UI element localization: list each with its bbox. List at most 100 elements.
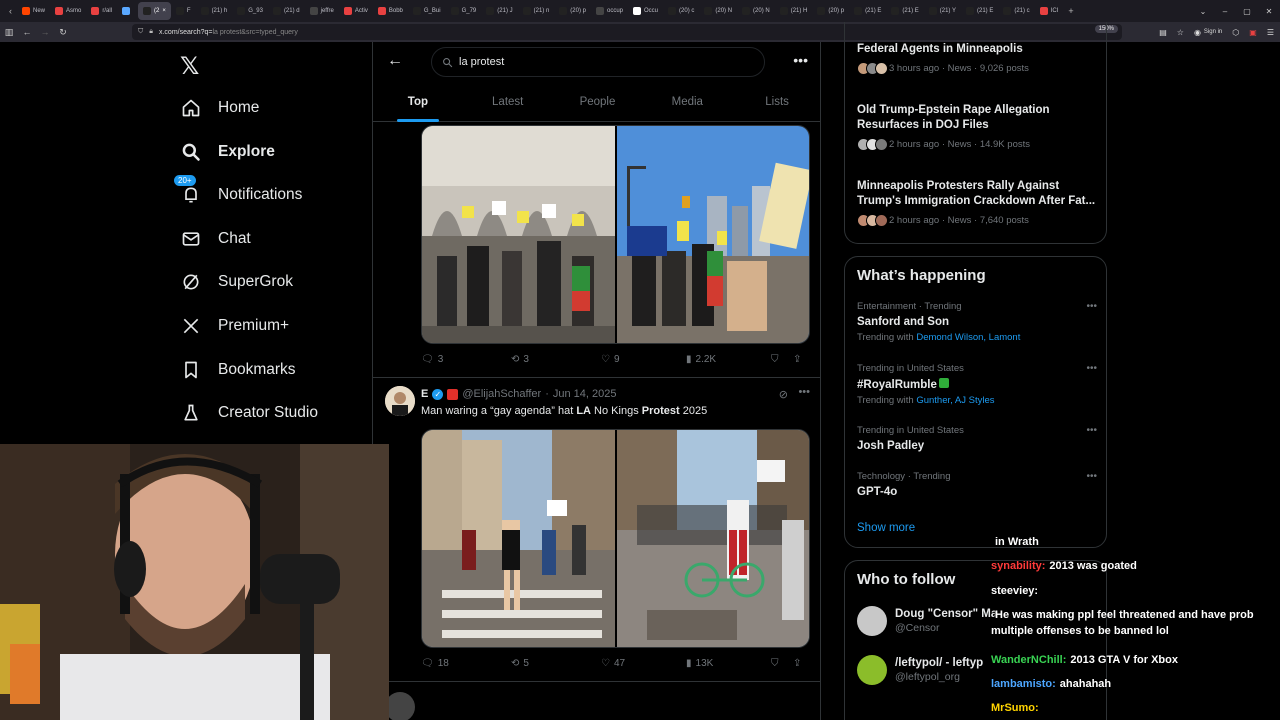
avatar[interactable]	[385, 386, 415, 416]
tab-list-back-icon[interactable]: ‹	[4, 6, 17, 16]
addon-icon[interactable]: ▣	[1249, 28, 1257, 37]
reader-view-icon[interactable]: ▤	[1159, 28, 1167, 37]
browser-tab[interactable]: (20) N	[699, 2, 737, 20]
more-options-icon[interactable]: •••	[793, 52, 808, 68]
tab-lists[interactable]: Lists	[732, 86, 820, 122]
protest-photo-4[interactable]	[617, 430, 809, 647]
bookmark-button[interactable]: ⛉	[771, 658, 793, 669]
trend-more-icon[interactable]: •••	[1086, 425, 1097, 436]
browser-tab[interactable]: G_79	[446, 2, 482, 20]
bookmark-button[interactable]: ⛉	[771, 354, 793, 365]
x-logo-icon[interactable]: 𝕏	[180, 52, 199, 81]
like-button[interactable]: ♡ 9	[601, 354, 686, 365]
reload-button[interactable]: ↻	[54, 27, 72, 38]
tab-media[interactable]: Media	[642, 86, 732, 122]
trend-related-link[interactable]: Gunther, AJ Styles	[916, 395, 994, 406]
browser-tab[interactable]: New	[17, 2, 50, 20]
browser-tab[interactable]: (21) E	[961, 2, 998, 20]
bookmark-star-icon[interactable]: ☆	[1177, 28, 1184, 37]
tweet-media-grid[interactable]	[421, 429, 810, 648]
browser-tab[interactable]: G_93	[232, 2, 268, 20]
nav-item-premium[interactable]: Premium+	[180, 312, 289, 340]
tweet-media-grid[interactable]	[421, 125, 810, 344]
reply-button[interactable]: 🗨︎ 3	[421, 354, 511, 365]
author-name[interactable]: E	[421, 388, 428, 400]
protest-photo-3[interactable]	[422, 430, 615, 647]
browser-tab[interactable]	[117, 2, 138, 20]
browser-tab[interactable]: (20) p	[812, 2, 849, 20]
trend-item[interactable]: Technology · Trending GPT-4o •••	[857, 471, 1097, 498]
views-button[interactable]: ▮ 13K	[686, 658, 771, 669]
account-button[interactable]: ◉ Sign in	[1194, 28, 1222, 37]
follow-suggestion[interactable]: /leftypol/ - leftyp @leftypol_org	[857, 655, 983, 685]
browser-tab[interactable]: (20) N	[737, 2, 775, 20]
browser-tab[interactable]: (20) c	[663, 2, 699, 20]
browser-tab[interactable]: Occu	[628, 2, 663, 20]
trend-more-icon[interactable]: •••	[1086, 363, 1097, 374]
back-button[interactable]: ←	[18, 27, 36, 37]
tweet[interactable]: E ✓ @ElijahSchaffer · Jun 14, 2025 ⊘ •••…	[373, 378, 820, 682]
maximize-button[interactable]: ▢	[1236, 7, 1258, 16]
extensions-icon[interactable]: ⬡	[1232, 28, 1239, 37]
tweet-date[interactable]: Jun 14, 2025	[553, 388, 617, 400]
browser-tab[interactable]: (21) J	[481, 2, 517, 20]
browser-tab[interactable]: (21) H	[775, 2, 813, 20]
tweet[interactable]: 🗨︎ 3 ⟲ 3 ♡ 9 ▮ 2.2K ⛉ ⇪	[373, 122, 820, 378]
browser-tab[interactable]: (21) h	[196, 2, 233, 20]
browser-tab[interactable]: (2 ×	[138, 2, 171, 20]
browser-tab[interactable]: occup	[591, 2, 628, 20]
trend-item[interactable]: Trending in United States #RoyalRumble Tre…	[857, 363, 1097, 406]
reply-button[interactable]: 🗨︎ 18	[421, 658, 511, 669]
browser-tab[interactable]: (21) Y	[924, 2, 961, 20]
close-tab-icon[interactable]: ×	[162, 8, 166, 14]
show-more-link[interactable]: Show more	[857, 522, 915, 534]
share-button[interactable]: ⇪	[793, 354, 801, 365]
chat-username[interactable]: lambamisto:	[991, 678, 1056, 690]
trend-more-icon[interactable]: •••	[1086, 471, 1097, 482]
news-item[interactable]: Federal Agents in Minneapolis 3 hours ag…	[857, 42, 1097, 75]
browser-tab[interactable]: (21) d	[268, 2, 305, 20]
news-item[interactable]: Minneapolis Protesters Rally Against Tru…	[857, 179, 1097, 227]
browser-tab[interactable]: Asmo	[50, 2, 86, 20]
tab-top[interactable]: Top	[373, 86, 463, 122]
nav-item-creator-studio[interactable]: Creator Studio	[180, 399, 318, 427]
menu-icon[interactable]: ☰	[1267, 28, 1274, 37]
nav-item-home[interactable]: Home	[180, 94, 259, 122]
browser-tab[interactable]: r/all	[86, 2, 117, 20]
chat-username[interactable]: MrSumo:	[991, 702, 1039, 714]
tweet[interactable]	[373, 682, 820, 720]
protest-photo-2[interactable]	[617, 126, 809, 343]
browser-tab[interactable]: (21) c	[998, 2, 1034, 20]
chat-username[interactable]: steeviey:	[991, 585, 1038, 597]
share-button[interactable]: ⇪	[793, 658, 801, 669]
chat-username[interactable]: WanderNChill:	[991, 654, 1066, 666]
avatar[interactable]	[385, 692, 415, 720]
views-button[interactable]: ▮ 2.2K	[686, 354, 771, 365]
browser-tab[interactable]: (20) p	[554, 2, 591, 20]
forward-button[interactable]: →	[36, 27, 54, 37]
browser-tab[interactable]: (21) E	[886, 2, 923, 20]
trend-related-link[interactable]: Demond Wilson, Lamont	[916, 332, 1020, 343]
follow-suggestion[interactable]: Doug "Censor" Ma @Censor	[857, 606, 997, 636]
browser-tab[interactable]: Activ	[339, 2, 373, 20]
browser-tab[interactable]: jeffre	[305, 2, 339, 20]
like-button[interactable]: ♡ 47	[601, 658, 686, 669]
nav-item-bookmarks[interactable]: Bookmarks	[180, 356, 296, 384]
search-input[interactable]	[459, 56, 739, 68]
grok-icon[interactable]: ⊘	[779, 388, 788, 401]
tweet-more-icon[interactable]: •••	[798, 386, 810, 398]
author-handle[interactable]: @ElijahSchaffer	[462, 388, 541, 400]
tab-overflow-icon[interactable]: ⌄	[1192, 7, 1214, 16]
nav-item-notifications[interactable]: 20+ Notifications	[174, 175, 302, 209]
tab-people[interactable]: People	[553, 86, 643, 122]
sidebar-toggle-icon[interactable]: ▥	[0, 27, 18, 38]
browser-tab[interactable]: (21) n	[518, 2, 555, 20]
minimize-button[interactable]: –	[1214, 7, 1236, 16]
tab-latest[interactable]: Latest	[463, 86, 553, 122]
browser-tab[interactable]: Bobb	[373, 2, 408, 20]
browser-tab[interactable]: F	[171, 2, 196, 20]
news-item[interactable]: Old Trump-Epstein Rape Allegation Resurf…	[857, 103, 1097, 151]
browser-tab[interactable]: (21) E	[849, 2, 886, 20]
trend-more-icon[interactable]: •••	[1086, 301, 1097, 312]
nav-item-supergrok[interactable]: SuperGrok	[180, 268, 293, 296]
